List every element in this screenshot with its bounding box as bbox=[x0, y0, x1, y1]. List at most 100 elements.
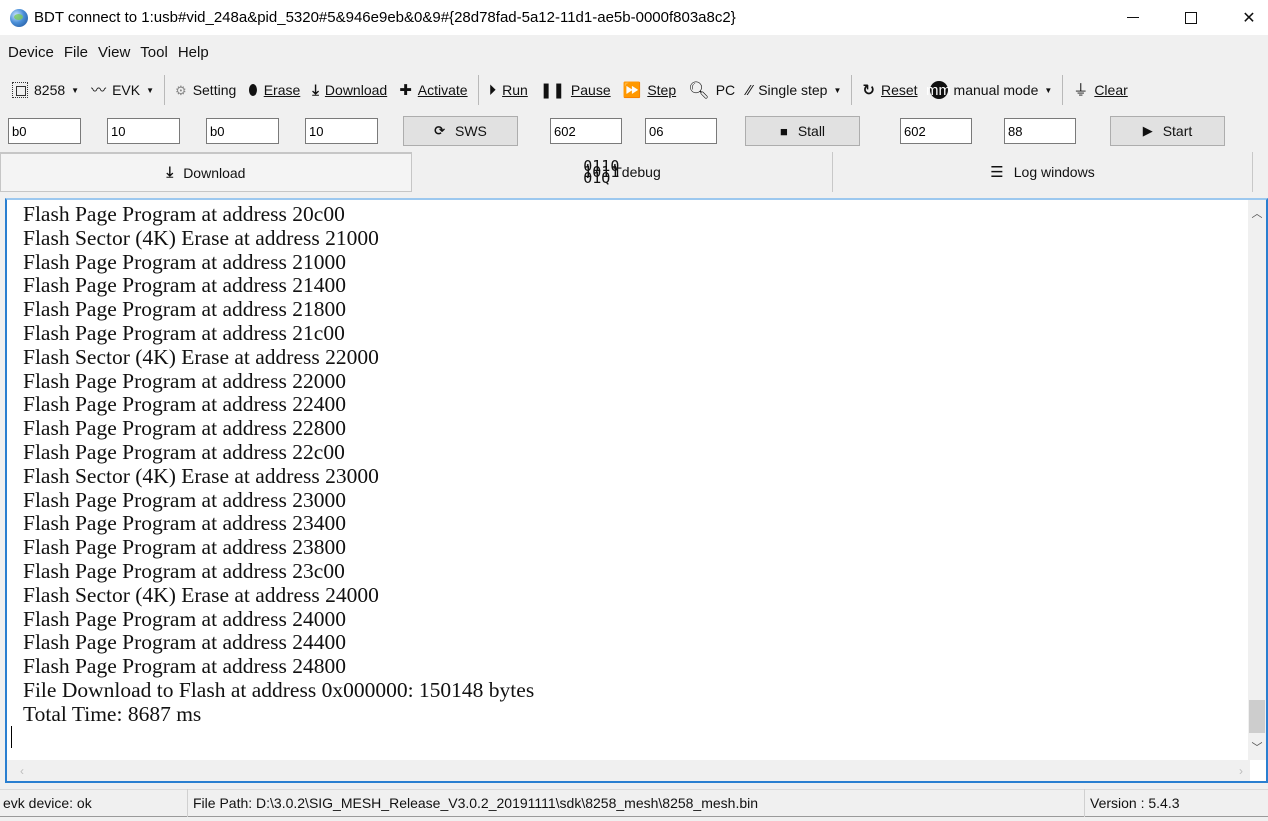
sws-label: SWS bbox=[455, 123, 487, 139]
log-line: Flash Page Program at address 23000 bbox=[23, 487, 347, 512]
activate-label: Activate bbox=[417, 82, 468, 98]
step-button[interactable]: ⏩ Step bbox=[617, 75, 683, 105]
menu-tool[interactable]: Tool bbox=[135, 44, 173, 61]
value-field-1[interactable] bbox=[107, 118, 180, 144]
tab-download[interactable]: ⤓ Download bbox=[0, 152, 412, 192]
chevron-down-icon: ▼ bbox=[1044, 85, 1053, 95]
log-line: Flash Page Program at address 23c00 bbox=[23, 558, 345, 583]
mm-icon: mm bbox=[926, 81, 952, 99]
eraser-icon: ⬮ bbox=[248, 81, 258, 99]
register-input-row: ⟳ SWS ■ Stall ▶ Start bbox=[0, 113, 1268, 149]
maximize-button[interactable] bbox=[1162, 0, 1220, 35]
tab-tdebug-label: Tdebug bbox=[613, 164, 661, 180]
scroll-up-icon[interactable]: ︿ bbox=[1248, 204, 1266, 222]
reset-label: Reset bbox=[880, 82, 918, 98]
address-field-4[interactable] bbox=[900, 118, 972, 144]
menu-view[interactable]: View bbox=[93, 44, 135, 61]
value-field-2[interactable] bbox=[305, 118, 378, 144]
run-icon: ⏵ bbox=[488, 81, 497, 99]
address-field-1[interactable] bbox=[8, 118, 81, 144]
start-label: Start bbox=[1162, 123, 1193, 139]
sws-button[interactable]: ⟳ SWS bbox=[403, 116, 518, 146]
board-select-dropdown[interactable]: 〰 EVK ▼ bbox=[85, 75, 160, 105]
scroll-down-icon[interactable]: ﹀ bbox=[1248, 738, 1266, 756]
tab-log-windows[interactable]: ☰ Log windows bbox=[833, 152, 1253, 192]
setting-label: Setting bbox=[192, 82, 237, 98]
single-step-dropdown[interactable]: ⁄⁄ Single step ▼ bbox=[741, 75, 847, 105]
log-line: Flash Page Program at address 24800 bbox=[23, 654, 347, 679]
mode-dropdown[interactable]: mm manual mode ▼ bbox=[924, 75, 1059, 105]
chip-select-label: 8258 bbox=[34, 82, 66, 98]
log-line: Flash Sector (4K) Erase at address 21000 bbox=[23, 225, 379, 250]
chevron-down-icon: ▼ bbox=[833, 85, 842, 95]
footsteps-icon: ⁄⁄ bbox=[747, 81, 753, 99]
version-status: Version : 5.4.3 bbox=[1090, 795, 1180, 811]
play-icon: ▶ bbox=[1142, 123, 1153, 138]
menu-help[interactable]: Help bbox=[173, 44, 214, 61]
log-line: File Download to Flash at address 0x0000… bbox=[23, 677, 535, 702]
stop-icon: ■ bbox=[779, 123, 788, 139]
log-line: Flash Page Program at address 21800 bbox=[23, 297, 347, 322]
vertical-scrollbar[interactable]: ︿ ﹀ bbox=[1248, 200, 1266, 760]
log-line: Flash Page Program at address 20c00 bbox=[23, 202, 345, 226]
log-line: Flash Page Program at address 21c00 bbox=[23, 320, 345, 345]
clear-label: Clear bbox=[1094, 82, 1128, 98]
tab-tdebug[interactable]: 0110 1011 01Q Tdebug bbox=[412, 152, 833, 192]
value-field-4[interactable] bbox=[1004, 118, 1076, 144]
address-field-2[interactable] bbox=[206, 118, 279, 144]
stall-button[interactable]: ■ Stall bbox=[745, 116, 860, 146]
stall-label: Stall bbox=[797, 123, 826, 139]
activate-button[interactable]: ✚ Activate bbox=[393, 75, 473, 105]
step-icon: ⏩ bbox=[622, 81, 642, 99]
download-icon: ⤓ bbox=[166, 164, 174, 181]
log-line: Flash Sector (4K) Erase at address 22000 bbox=[23, 344, 379, 369]
download-button[interactable]: ⤓ Download bbox=[306, 75, 393, 105]
log-line: Flash Sector (4K) Erase at address 23000 bbox=[23, 463, 379, 488]
horizontal-scrollbar[interactable]: ‹ › bbox=[7, 760, 1250, 781]
file-path-status: File Path: D:\3.0.2\SIG_MESH_Release_V3.… bbox=[188, 789, 1085, 817]
log-line: Flash Sector (4K) Erase at address 24000 bbox=[23, 582, 379, 607]
toolbar-divider bbox=[1062, 75, 1064, 105]
plus-icon: ✚ bbox=[399, 81, 412, 99]
chip-select-dropdown[interactable]: 8258 ▼ bbox=[6, 75, 85, 105]
clear-button[interactable]: ⏚ Clear bbox=[1067, 75, 1133, 105]
single-step-label: Single step bbox=[758, 82, 828, 98]
log-line: Flash Page Program at address 22c00 bbox=[23, 439, 345, 464]
log-line: Flash Page Program at address 22000 bbox=[23, 368, 347, 393]
scroll-thumb[interactable] bbox=[1249, 700, 1265, 733]
status-bar: evk device: ok File Path: D:\3.0.2\SIG_M… bbox=[0, 789, 1268, 817]
log-line: Total Time: 8687 ms bbox=[23, 701, 202, 726]
erase-button[interactable]: ⬮ Erase bbox=[242, 75, 306, 105]
gear-icon: ⚙ bbox=[175, 82, 187, 98]
pc-button[interactable]: 🔍︎ PC bbox=[682, 75, 741, 105]
scroll-right-icon[interactable]: › bbox=[1232, 760, 1250, 781]
scroll-left-icon[interactable]: ‹ bbox=[13, 760, 31, 781]
run-button[interactable]: ⏵ Run bbox=[483, 75, 534, 105]
chip-icon bbox=[12, 82, 28, 98]
minimize-button[interactable] bbox=[1104, 0, 1162, 35]
reset-button[interactable]: ↻ Reset bbox=[856, 75, 923, 105]
address-field-3[interactable] bbox=[550, 118, 622, 144]
close-button[interactable]: ✕ bbox=[1220, 0, 1268, 35]
menu-device[interactable]: Device bbox=[3, 44, 59, 61]
log-line: Flash Page Program at address 24400 bbox=[23, 630, 347, 655]
mode-label: manual mode bbox=[953, 82, 1039, 98]
title-bar: BDT connect to 1:usb#vid_248a&pid_5320#5… bbox=[0, 0, 1268, 35]
list-icon: ☰ bbox=[990, 164, 1004, 181]
tab-log-windows-label: Log windows bbox=[1013, 164, 1095, 180]
minimize-icon bbox=[1127, 17, 1139, 18]
menu-file[interactable]: File bbox=[59, 44, 93, 61]
maximize-icon bbox=[1185, 11, 1197, 24]
log-text-area[interactable]: Flash Page Program at address 20c00 Flash… bbox=[7, 200, 1250, 760]
start-button[interactable]: ▶ Start bbox=[1110, 116, 1225, 146]
log-output-panel: Flash Page Program at address 20c00 Flash… bbox=[5, 198, 1268, 783]
broom-icon: ⏚ bbox=[1073, 81, 1089, 99]
toolbar: 8258 ▼ 〰 EVK ▼ ⚙ Setting ⬮ Erase ⤓ Downl… bbox=[0, 70, 1268, 110]
toolbar-divider bbox=[851, 75, 853, 105]
value-field-3[interactable] bbox=[645, 118, 717, 144]
pause-button[interactable]: ❚❚ Pause bbox=[534, 75, 617, 105]
setting-button[interactable]: ⚙ Setting bbox=[169, 75, 242, 105]
device-status: evk device: ok bbox=[0, 789, 188, 817]
log-line: Flash Page Program at address 23400 bbox=[23, 511, 347, 536]
chevron-down-icon: ▼ bbox=[71, 85, 80, 95]
